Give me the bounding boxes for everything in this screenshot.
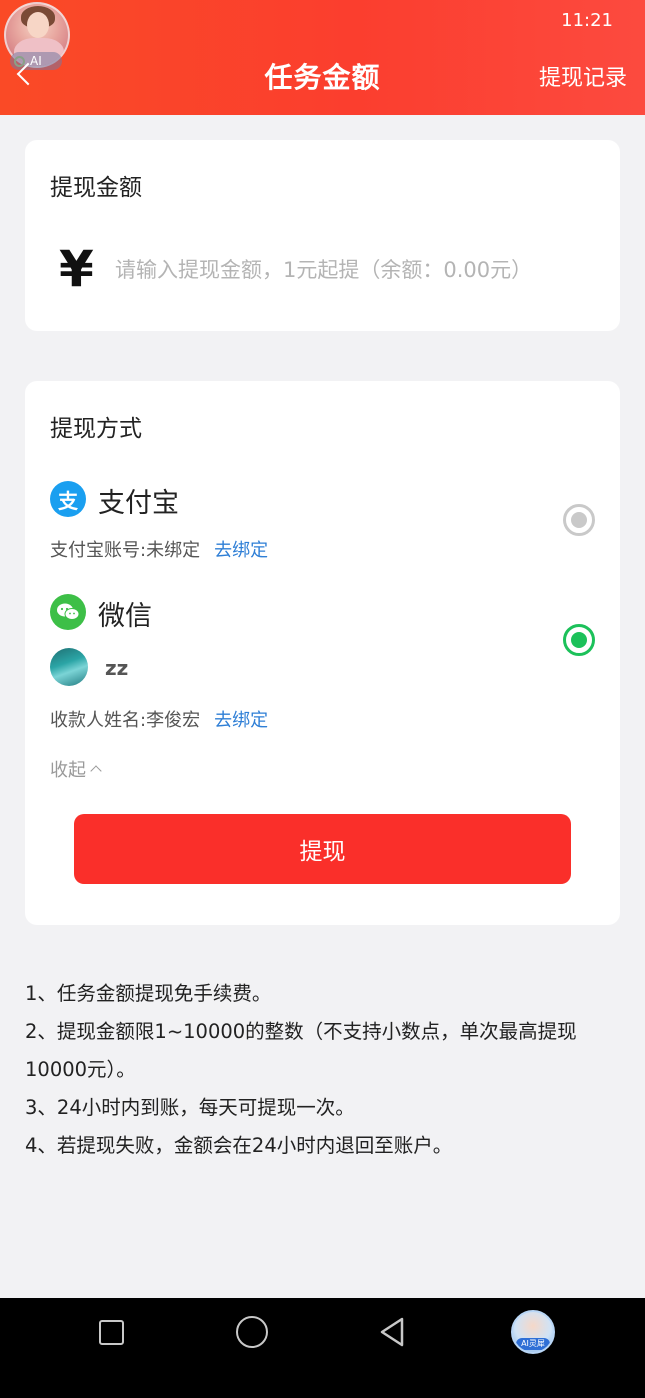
note-item: 3、24小时内到账，每天可提现一次。 xyxy=(25,1096,355,1119)
alipay-bind-link[interactable]: 去绑定 xyxy=(214,540,268,561)
wechat-radio-dot xyxy=(571,632,587,648)
chevron-up-icon xyxy=(90,765,102,777)
alipay-icon-glyph: 支 xyxy=(58,488,78,513)
collapse-toggle[interactable]: 收起 xyxy=(50,756,102,782)
withdraw-submit-button[interactable]: 提现 xyxy=(74,814,571,884)
wechat-option[interactable]: 微信 xyxy=(50,594,595,634)
header-bar: 11:21 AI 任务金额 提现记录 xyxy=(0,0,645,115)
home-icon[interactable] xyxy=(236,1316,268,1348)
wechat-bind-link[interactable]: 去绑定 xyxy=(214,710,268,731)
alipay-radio-dot xyxy=(571,512,587,528)
wechat-payee-label: 收款人姓名:李俊宏 xyxy=(50,710,201,731)
system-nav-bar: AI灵犀 xyxy=(0,1298,645,1398)
wechat-name: 微信 xyxy=(98,601,152,632)
alipay-option[interactable]: 支 支付宝 xyxy=(50,481,595,521)
ai-assistant-label: AI灵犀 xyxy=(516,1338,550,1350)
note-item: 1、任务金额提现免手续费。 xyxy=(25,982,272,1005)
note-item: 2、提现金额限1~10000的整数（不支持小数点，单次最高提现10000元）。 xyxy=(25,1020,577,1081)
amount-card: 提现金额 ¥ xyxy=(25,140,620,331)
wechat-user-name: zz xyxy=(105,656,129,680)
alipay-account-label: 支付宝账号:未绑定 xyxy=(50,540,201,561)
wechat-payee-row: 收款人姓名:李俊宏 去绑定 xyxy=(50,706,268,732)
alipay-radio[interactable] xyxy=(563,504,595,536)
wechat-bubbles-icon xyxy=(57,603,80,620)
collapse-label: 收起 xyxy=(50,760,86,781)
alipay-name: 支付宝 xyxy=(98,488,179,519)
wechat-user-avatar xyxy=(50,648,88,686)
alipay-icon: 支 xyxy=(50,481,86,517)
method-card-title: 提现方式 xyxy=(50,416,142,442)
wechat-radio[interactable] xyxy=(563,624,595,656)
ai-assistant-icon[interactable]: AI灵犀 xyxy=(511,1310,555,1354)
withdraw-history-link[interactable]: 提现记录 xyxy=(539,60,627,92)
status-time: 11:21 xyxy=(561,10,613,31)
amount-card-title: 提现金额 xyxy=(50,175,142,201)
amount-input[interactable] xyxy=(115,250,605,290)
wechat-icon xyxy=(50,594,86,630)
yen-icon: ¥ xyxy=(59,240,94,298)
avatar-face xyxy=(27,12,49,38)
recent-apps-icon[interactable] xyxy=(99,1320,124,1345)
note-item: 4、若提现失败，金额会在24小时内退回至账户。 xyxy=(25,1134,453,1157)
withdraw-notes: 1、任务金额提现免手续费。 2、提现金额限1~10000的整数（不支持小数点，单… xyxy=(25,975,625,1165)
back-triangle-icon[interactable] xyxy=(378,1316,406,1348)
alipay-account-row: 支付宝账号:未绑定 去绑定 xyxy=(50,536,268,562)
withdraw-method-card: 提现方式 支 支付宝 支付宝账号:未绑定 去绑定 微信 zz 收款人姓名:李俊宏… xyxy=(25,381,620,925)
